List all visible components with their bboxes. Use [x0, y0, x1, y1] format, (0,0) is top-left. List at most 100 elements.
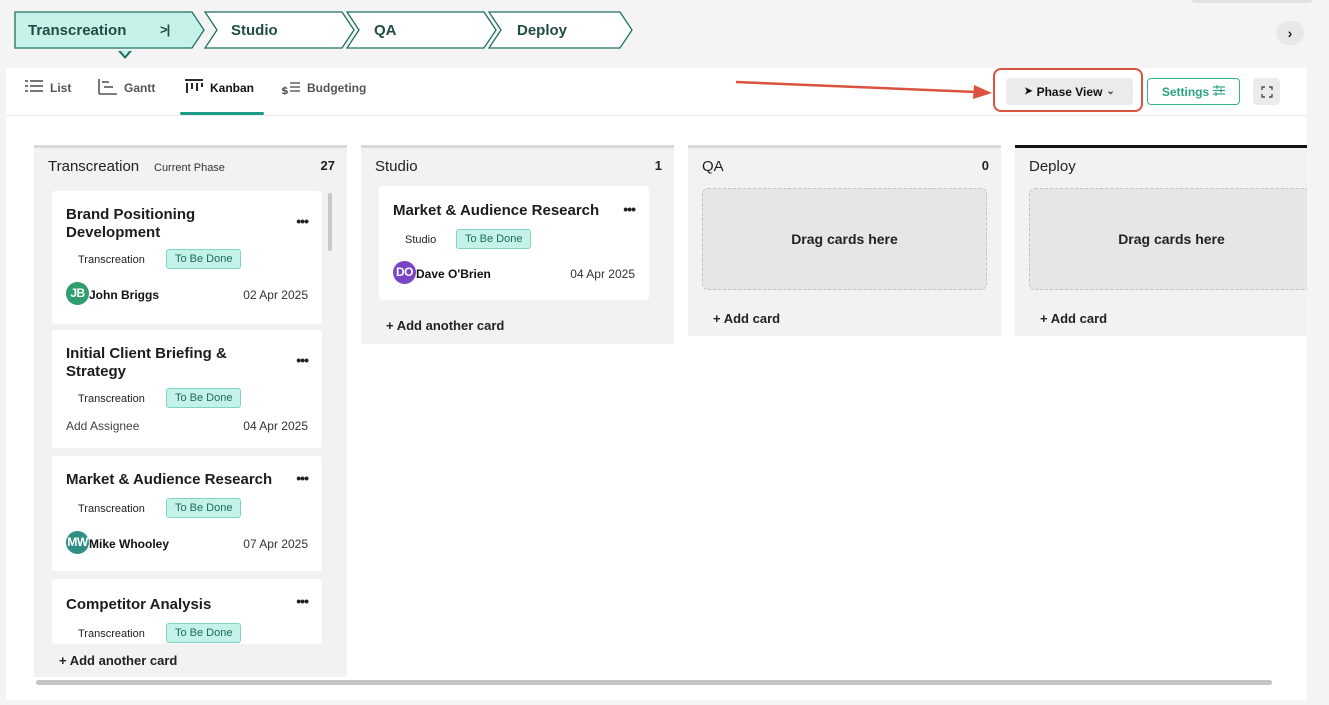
task-card[interactable]: Brand Positioning Development ••• Transc…	[52, 191, 322, 324]
due-date: 04 Apr 2025	[570, 267, 635, 281]
task-card[interactable]: Initial Client Briefing & Strategy ••• T…	[52, 330, 322, 448]
phase-step-shape	[346, 11, 497, 49]
card-title: Development	[66, 224, 161, 241]
column-count: 1	[654, 158, 662, 173]
phase-step-label: QA	[374, 22, 397, 39]
phase-step-label: Studio	[231, 22, 278, 39]
card-drop-zone[interactable]: Drag cards here	[1029, 188, 1307, 290]
phase-step-studio[interactable]: Studio	[204, 11, 355, 49]
tab-kanban[interactable]: Kanban	[184, 79, 255, 109]
column-title: Studio	[375, 158, 418, 175]
active-tab-indicator	[180, 112, 264, 115]
card-menu-icon[interactable]: •••	[296, 470, 309, 486]
column-subtitle: Current Phase	[154, 162, 225, 174]
column-header: Transcreation Current Phase 27	[34, 148, 347, 186]
card-phase: Transcreation	[78, 628, 145, 640]
avatar: JB	[66, 282, 89, 305]
phase-step-label: Transcreation	[28, 22, 127, 39]
task-card[interactable]: Competitor Analysis ••• Transcreation To…	[52, 579, 322, 644]
kanban-column-deploy: Deploy 0 Drag cards here + Add card	[1015, 145, 1307, 336]
list-icon	[24, 79, 44, 98]
card-title: Competitor Analysis	[66, 596, 212, 613]
tab-gantt-label: Gantt	[124, 81, 156, 95]
expand-icon	[1260, 85, 1273, 98]
tab-budgeting-label: Budgeting	[307, 81, 367, 95]
column-header: QA 0	[688, 148, 1001, 186]
add-card-button[interactable]: + Add card	[1040, 311, 1107, 326]
annotation-arrow	[736, 80, 992, 99]
kanban-icon	[184, 79, 204, 98]
kanban-column-qa: QA 0 Drag cards here + Add card	[688, 145, 1001, 336]
tab-list[interactable]: List	[24, 79, 72, 109]
status-badge[interactable]: To Be Done	[166, 388, 242, 408]
chevron-down-icon: ⌄	[1106, 86, 1115, 97]
settings-button[interactable]: Settings	[1147, 78, 1240, 105]
phase-arrow-icon: ➤	[1024, 86, 1033, 97]
assignee-name[interactable]: John Briggs	[89, 288, 159, 302]
phase-step-transcreation[interactable]: Transcreation >|	[14, 11, 205, 59]
budgeting-icon: $	[281, 79, 301, 98]
due-date: 07 Apr 2025	[243, 537, 308, 551]
kanban-panel: List Gantt Kanban $ Budgeting ➤ Phase Vi…	[6, 68, 1307, 700]
card-menu-icon[interactable]: •••	[296, 213, 309, 229]
status-badge[interactable]: To Be Done	[166, 249, 242, 269]
avatar: MW	[66, 531, 89, 554]
active-phase-pointer-fill	[120, 50, 130, 56]
gantt-icon	[98, 79, 118, 98]
card-menu-icon[interactable]: •••	[623, 201, 636, 217]
status-badge[interactable]: To Be Done	[166, 498, 242, 518]
column-scrollbar[interactable]	[328, 193, 332, 251]
settings-label: Settings	[1161, 84, 1210, 99]
card-phase: Transcreation	[78, 393, 145, 405]
column-title: Deploy	[1029, 158, 1076, 175]
fullscreen-button[interactable]	[1253, 78, 1280, 105]
column-title: QA	[702, 158, 724, 175]
horizontal-scrollbar[interactable]	[36, 680, 1272, 685]
collapse-panel-icon[interactable]: >|	[160, 22, 170, 37]
phase-step-label: Deploy	[517, 22, 568, 39]
tab-gantt[interactable]: Gantt	[98, 79, 156, 109]
kanban-column-transcreation: Transcreation Current Phase 27 Brand Pos…	[34, 145, 347, 677]
column-count: 0	[981, 158, 989, 173]
phase-step-shape	[204, 11, 355, 49]
card-menu-icon[interactable]: •••	[296, 352, 309, 368]
view-toolbar: List Gantt Kanban $ Budgeting ➤ Phase Vi…	[6, 68, 1307, 116]
add-assignee-link[interactable]: Add Assignee	[66, 419, 139, 433]
card-title: Strategy	[66, 363, 127, 380]
avatar: DO	[393, 261, 416, 284]
column-title: Transcreation	[48, 158, 140, 175]
next-phase-button[interactable]: ›	[1276, 21, 1304, 45]
card-title: Brand Positioning	[66, 206, 196, 223]
column-header: Deploy 0	[1015, 148, 1307, 186]
phase-view-label: Phase View	[1036, 84, 1103, 99]
phase-stepper: Transcreation >| Studio QA Deploy ›	[0, 0, 1329, 66]
card-title: Market & Audience Research	[393, 202, 600, 219]
card-phase: Transcreation	[78, 503, 145, 515]
add-another-card-button[interactable]: + Add another card	[59, 653, 177, 668]
task-card[interactable]: Market & Audience Research ••• Transcrea…	[52, 456, 322, 571]
tab-kanban-label: Kanban	[210, 81, 255, 95]
due-date: 02 Apr 2025	[243, 288, 308, 302]
assignee-name[interactable]: Mike Whooley	[89, 537, 169, 551]
kanban-column-studio: Studio 1 Market & Audience Research ••• …	[361, 145, 674, 344]
due-date: 04 Apr 2025	[243, 419, 308, 433]
phase-step-deploy[interactable]: Deploy	[488, 11, 638, 49]
card-drop-zone[interactable]: Drag cards here	[702, 188, 987, 290]
status-badge[interactable]: To Be Done	[456, 229, 532, 249]
add-another-card-button[interactable]: + Add another card	[386, 318, 504, 333]
task-card[interactable]: Market & Audience Research ••• Studio To…	[379, 186, 649, 300]
status-badge[interactable]: To Be Done	[166, 623, 242, 643]
top-corner-tab	[1192, 0, 1312, 3]
svg-text:$: $	[281, 84, 289, 95]
card-menu-icon[interactable]: •••	[296, 593, 309, 609]
card-phase: Studio	[405, 234, 437, 246]
tab-budgeting[interactable]: $ Budgeting	[281, 81, 366, 109]
column-header: Studio 1	[361, 148, 674, 186]
add-card-button[interactable]: + Add card	[713, 311, 780, 326]
tab-list-label: List	[50, 81, 72, 95]
sliders-icon	[1213, 84, 1226, 99]
phase-step-qa[interactable]: QA	[346, 11, 497, 49]
phase-view-dropdown[interactable]: ➤ Phase View ⌄	[1006, 78, 1133, 105]
assignee-name[interactable]: Dave O'Brien	[416, 267, 491, 281]
card-title: Initial Client Briefing &	[66, 345, 227, 362]
